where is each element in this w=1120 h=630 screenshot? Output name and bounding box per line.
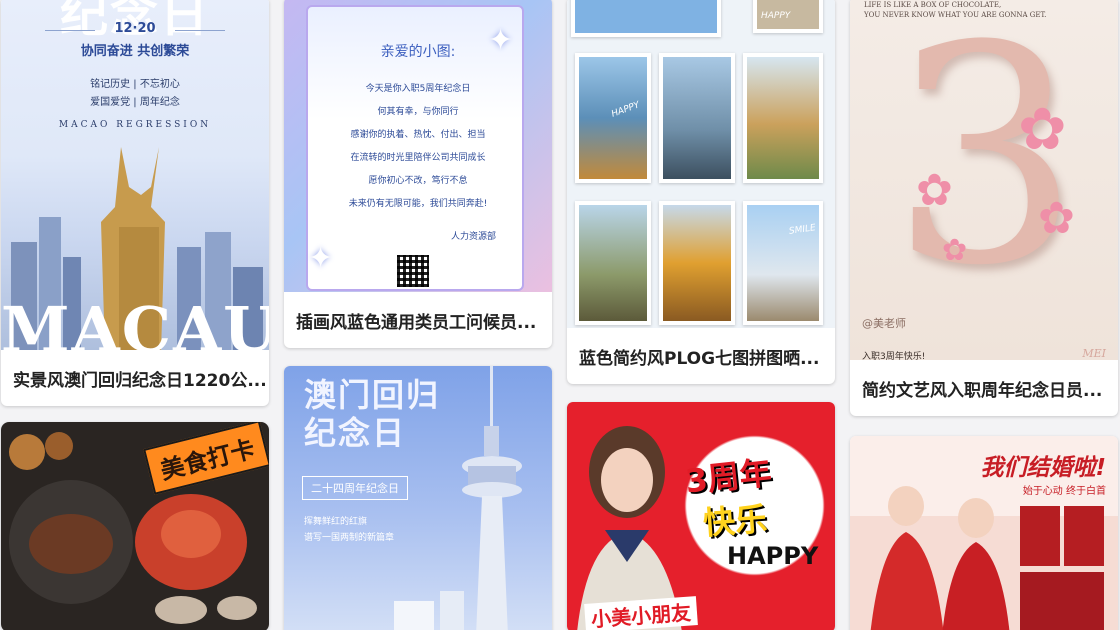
template-card[interactable]: 美食打卡: [1, 422, 269, 630]
poster-author: @美老师: [862, 317, 906, 330]
template-thumbnail[interactable]: 亲爱的小图: 今天是你入职5周年纪念日 何其有幸，与你同行 感谢你的执着、热忱、…: [284, 0, 552, 292]
poster-title: 纪念日: [304, 414, 407, 452]
poster-line: 谱写一国两制的新篇章: [304, 533, 395, 543]
poster-subtitle: 始于心动 终于白首: [1022, 486, 1106, 497]
template-thumbnail[interactable]: 美食打卡: [1, 422, 269, 630]
poster-title: 我们结婚啦!: [980, 455, 1107, 481]
poster-line: 挥舞鲜红的红旗: [304, 517, 368, 527]
poster-line: 在流转的时光里陪伴公司共同成长: [350, 153, 486, 163]
poster-mark: MEI: [1082, 347, 1106, 360]
photo-tile: [659, 201, 735, 325]
template-thumbnail[interactable]: LIFE IS LIKE A BOX OF CHOCOLATE, YOU NEV…: [850, 0, 1118, 360]
poster-city-word: MACAU: [1, 293, 269, 350]
photo-tile: [659, 53, 735, 183]
poster-line: 铭记历史 | 不忘初心: [90, 79, 180, 90]
template-thumbnail[interactable]: 纪念日 12·20 协同奋进 共创繁荣 铭记历史 | 不忘初心 爱国爱党 | 周…: [1, 0, 269, 350]
photo-tile: [571, 0, 721, 37]
sparkle-icon: ✦: [488, 23, 514, 58]
poster-line: 愿你初心不改，笃行不怠: [368, 176, 468, 186]
template-grid: 纪念日 12·20 协同奋进 共创繁荣 铭记历史 | 不忘初心 爱国爱党 | 周…: [0, 0, 1120, 630]
poster-line: 爱国爱党 | 周年纪念: [90, 97, 180, 108]
flower-icon: ✿: [1038, 193, 1075, 244]
template-caption[interactable]: 插画风蓝色通用类员工问候员...: [284, 292, 552, 348]
poster-line: 何其有幸，与你同行: [377, 107, 459, 117]
template-caption[interactable]: 蓝色简约风PLOG七图拼图晒...: [567, 328, 835, 384]
poster-line: 今天是你入职5周年纪念日: [365, 84, 471, 94]
photo-tile: [575, 201, 651, 325]
poster-signature: 人力资源部: [450, 232, 496, 242]
poster-slogan: 协同奋进 共创繁荣: [80, 44, 190, 59]
template-caption[interactable]: 实景风澳门回归纪念日1220公...: [1, 350, 269, 406]
photo-tile: [743, 53, 823, 183]
poster-badge: 二十四周年纪念日: [302, 476, 408, 500]
flower-icon: ✿: [916, 165, 953, 216]
poster-footer: 入职3周年快乐!: [862, 352, 926, 360]
flower-icon: ✿: [1018, 95, 1067, 163]
poster-line: 未来仍有无限可能，我们共同奔赴!: [348, 199, 488, 209]
template-thumbnail[interactable]: 3周年 快乐 HAPPY 小美小朋友: [567, 402, 835, 630]
template-thumbnail[interactable]: 澳门回归 纪念日 二十四周年纪念日 挥舞鲜红的红旗 谱写一国两制的新篇章: [284, 366, 552, 630]
buildings-illustration: [394, 591, 464, 630]
sparkle-icon: ✦: [308, 241, 334, 276]
qr-code-icon: [397, 255, 429, 287]
poster-line: 感谢你的执着、热忱、付出、担当: [350, 130, 486, 140]
photo-tag: HAPPY: [761, 11, 791, 21]
poster-english: MACAO REGRESSION: [58, 120, 212, 130]
template-thumbnail[interactable]: HAPPY HAPPY SMILE: [567, 0, 835, 328]
template-card[interactable]: HAPPY HAPPY SMILE 蓝色简约风PLOG七图拼图晒...: [567, 0, 835, 384]
poster-date: 12·20: [114, 21, 156, 36]
template-card[interactable]: 澳门回归 纪念日 二十四周年纪念日 挥舞鲜红的红旗 谱写一国两制的新篇章: [284, 366, 552, 630]
template-thumbnail[interactable]: 我们结婚啦! 始于心动 终于白首: [850, 436, 1118, 630]
template-card[interactable]: 亲爱的小图: 今天是你入职5周年纪念日 何其有幸，与你同行 感谢你的执着、热忱、…: [284, 0, 552, 348]
template-card[interactable]: LIFE IS LIKE A BOX OF CHOCOLATE, YOU NEV…: [850, 0, 1118, 416]
photo-tile: [743, 201, 823, 325]
flower-icon: ✿: [942, 233, 968, 268]
poster-title: 快乐: [701, 499, 769, 543]
poster-happy: HAPPY: [727, 542, 819, 570]
template-card[interactable]: 3周年 快乐 HAPPY 小美小朋友: [567, 402, 835, 630]
template-card[interactable]: 纪念日 12·20 协同奋进 共创繁荣 铭记历史 | 不忘初心 爱国爱党 | 周…: [1, 0, 269, 406]
template-card[interactable]: 我们结婚啦! 始于心动 终于白首: [850, 436, 1118, 630]
template-caption[interactable]: 简约文艺风入职周年纪念日员...: [850, 360, 1118, 416]
